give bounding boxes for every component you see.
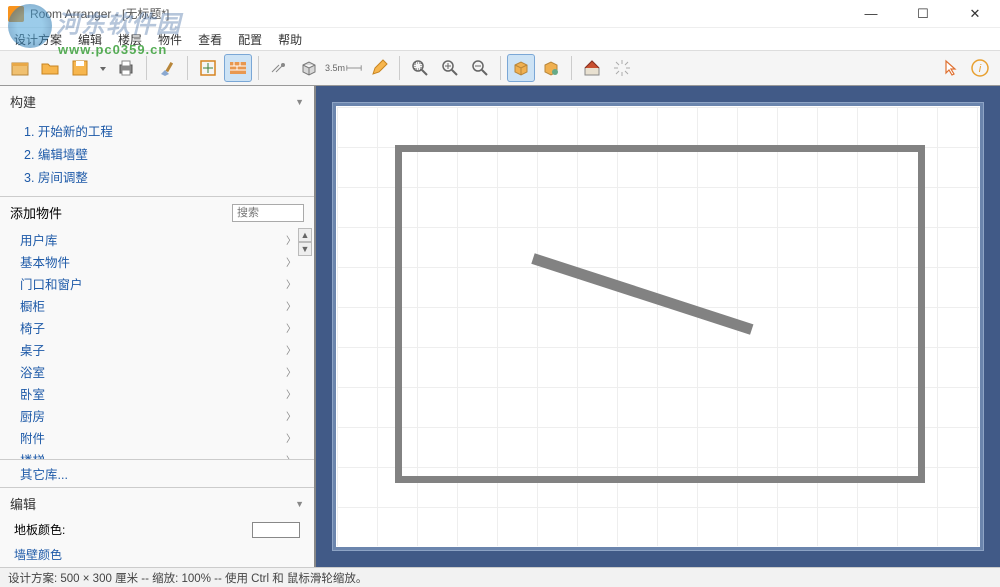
menubar: 设计方案 编辑 楼层 物件 查看 配置 帮助 bbox=[0, 28, 1000, 50]
cat-doors-windows[interactable]: 门口和窗户〉 bbox=[20, 272, 304, 294]
add-objects-header: 添加物件 bbox=[0, 197, 314, 226]
print-icon[interactable] bbox=[112, 54, 140, 82]
zoom-in-icon[interactable] bbox=[436, 54, 464, 82]
floor-color-label: 地板颜色: bbox=[14, 521, 65, 538]
zoom-fit-icon[interactable] bbox=[406, 54, 434, 82]
floor-color-swatch[interactable] bbox=[252, 522, 300, 538]
add-room-icon[interactable] bbox=[194, 54, 222, 82]
chevron-right-icon: 〉 bbox=[286, 342, 296, 357]
build-edit-walls[interactable]: 2. 编辑墙壁 bbox=[24, 142, 302, 165]
chevron-right-icon: 〉 bbox=[286, 386, 296, 401]
chevron-right-icon: 〉 bbox=[286, 364, 296, 379]
cat-accessories[interactable]: 附件〉 bbox=[20, 426, 304, 448]
menu-edit[interactable]: 编辑 bbox=[70, 29, 110, 50]
minimize-button[interactable]: — bbox=[854, 4, 888, 24]
category-list: 用户库〉 基本物件〉 门口和窗户〉 橱柜〉 椅子〉 桌子〉 浴室〉 卧室〉 厨房… bbox=[0, 226, 314, 460]
menu-floor[interactable]: 楼层 bbox=[110, 29, 150, 50]
open-icon[interactable] bbox=[36, 54, 64, 82]
build-new-project[interactable]: 1. 开始新的工程 bbox=[24, 119, 302, 142]
app-icon bbox=[8, 6, 24, 22]
edit-header[interactable]: 编辑▼ bbox=[0, 488, 314, 517]
separator bbox=[500, 56, 501, 80]
window-title: Room Arranger - [无标题*] bbox=[30, 5, 854, 22]
menu-view[interactable]: 查看 bbox=[190, 29, 230, 50]
dimension-icon[interactable] bbox=[265, 54, 293, 82]
build-adjust-room[interactable]: 3. 房间调整 bbox=[24, 165, 302, 188]
cat-user-lib[interactable]: 用户库〉 bbox=[20, 228, 304, 250]
chevron-right-icon: 〉 bbox=[286, 430, 296, 445]
cat-bathroom[interactable]: 浴室〉 bbox=[20, 360, 304, 382]
collapse-icon: ▼ bbox=[295, 499, 304, 509]
new-project-icon[interactable] bbox=[6, 54, 34, 82]
toolbar: 3.5m i bbox=[0, 50, 1000, 86]
scroll-up-icon[interactable]: ▲ bbox=[298, 228, 312, 242]
brush-icon[interactable] bbox=[153, 54, 181, 82]
save-dropdown-icon[interactable] bbox=[96, 54, 110, 82]
cat-cabinets[interactable]: 橱柜〉 bbox=[20, 294, 304, 316]
effects-icon[interactable] bbox=[608, 54, 636, 82]
chevron-right-icon: 〉 bbox=[286, 254, 296, 269]
chevron-right-icon: 〉 bbox=[286, 276, 296, 291]
build-header[interactable]: 构建▼ bbox=[0, 86, 314, 115]
separator bbox=[399, 56, 400, 80]
chevron-right-icon: 〉 bbox=[286, 298, 296, 313]
house-icon[interactable] bbox=[578, 54, 606, 82]
canvas[interactable] bbox=[332, 102, 984, 551]
view-walk-icon[interactable] bbox=[537, 54, 565, 82]
scroll-down-icon[interactable]: ▼ bbox=[298, 242, 312, 256]
search-input[interactable] bbox=[232, 204, 304, 222]
cat-bedroom[interactable]: 卧室〉 bbox=[20, 382, 304, 404]
menu-help[interactable]: 帮助 bbox=[270, 29, 310, 50]
menu-config[interactable]: 配置 bbox=[230, 29, 270, 50]
measure-icon[interactable]: 3.5m bbox=[325, 54, 363, 82]
view-3d-icon[interactable] bbox=[507, 54, 535, 82]
cat-stairs[interactable]: 楼梯〉 bbox=[20, 448, 304, 460]
wall-color-link[interactable]: 墙壁颜色 bbox=[14, 546, 62, 563]
cat-chairs[interactable]: 椅子〉 bbox=[20, 316, 304, 338]
cat-tables[interactable]: 桌子〉 bbox=[20, 338, 304, 360]
chevron-right-icon: 〉 bbox=[286, 408, 296, 423]
cat-basic[interactable]: 基本物件〉 bbox=[20, 250, 304, 272]
menu-design[interactable]: 设计方案 bbox=[6, 29, 70, 50]
close-button[interactable]: ✕ bbox=[958, 4, 992, 24]
svg-text:i: i bbox=[979, 63, 982, 75]
pointer-icon[interactable] bbox=[936, 54, 964, 82]
cat-kitchen[interactable]: 厨房〉 bbox=[20, 404, 304, 426]
canvas-area[interactable] bbox=[316, 86, 1000, 567]
info-icon[interactable]: i bbox=[966, 54, 994, 82]
pencil-icon[interactable] bbox=[365, 54, 393, 82]
chevron-right-icon: 〉 bbox=[286, 452, 296, 461]
status-text: 设计方案: 500 × 300 厘米 -- 缩放: 100% -- 使用 Ctr… bbox=[8, 570, 367, 586]
collapse-icon: ▼ bbox=[295, 97, 304, 107]
room-wall[interactable] bbox=[395, 145, 925, 483]
sidebar: 构建▼ 1. 开始新的工程 2. 编辑墙壁 3. 房间调整 添加物件 ▲ ▼ 用… bbox=[0, 86, 316, 567]
save-icon[interactable] bbox=[66, 54, 94, 82]
titlebar: Room Arranger - [无标题*] — ☐ ✕ bbox=[0, 0, 1000, 28]
separator bbox=[571, 56, 572, 80]
statusbar: 设计方案: 500 × 300 厘米 -- 缩放: 100% -- 使用 Ctr… bbox=[0, 567, 1000, 587]
zoom-out-icon[interactable] bbox=[466, 54, 494, 82]
maximize-button[interactable]: ☐ bbox=[906, 4, 940, 24]
wall-icon[interactable] bbox=[224, 54, 252, 82]
menu-object[interactable]: 物件 bbox=[150, 29, 190, 50]
cube-icon[interactable] bbox=[295, 54, 323, 82]
separator bbox=[187, 56, 188, 80]
separator bbox=[258, 56, 259, 80]
other-library-link[interactable]: 其它库... bbox=[20, 468, 68, 482]
separator bbox=[146, 56, 147, 80]
chevron-right-icon: 〉 bbox=[286, 320, 296, 335]
chevron-right-icon: 〉 bbox=[286, 232, 296, 247]
